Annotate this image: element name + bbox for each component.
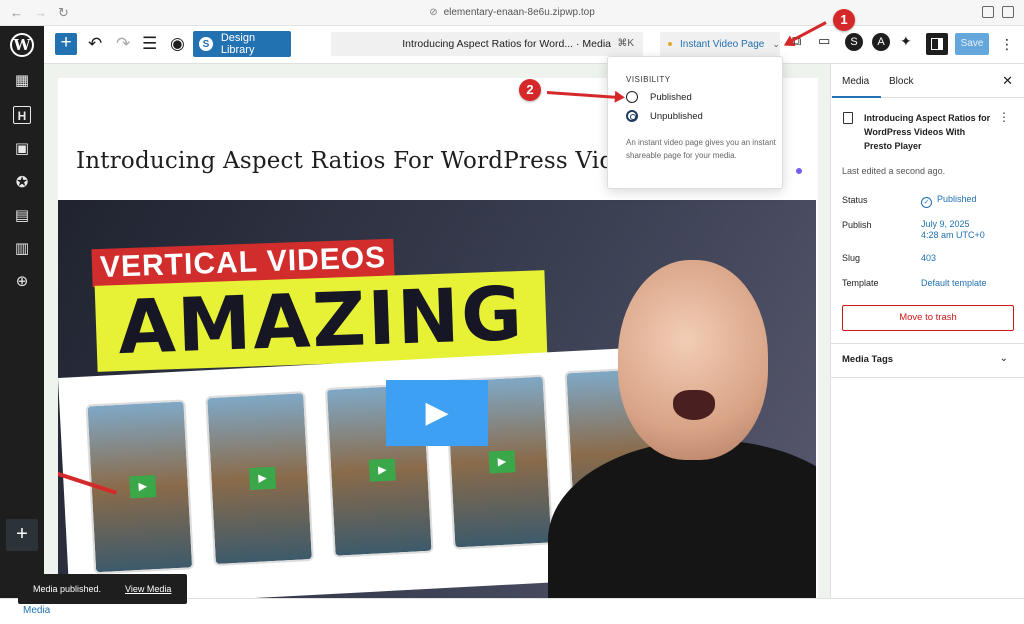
publish-label: Publish — [842, 220, 872, 230]
template-label: Template — [842, 278, 879, 288]
save-button[interactable]: Save — [955, 33, 989, 55]
instant-video-page-dropdown[interactable]: Instant Video Page ⌄ — [660, 32, 780, 56]
undo-icon[interactable]: ↶ — [88, 34, 102, 54]
presenter-image — [548, 240, 816, 598]
command-palette-button[interactable]: Introducing Aspect Ratios for Word... · … — [331, 32, 643, 56]
cursor-target-icon[interactable]: ⊕ — [13, 273, 31, 291]
presenter-mouth — [673, 390, 715, 420]
wordpress-icon: W — [10, 33, 34, 57]
play-icon: ▶ — [368, 458, 396, 482]
last-edited: Last edited a second ago. — [842, 166, 946, 176]
admin-sidebar: ▦ H ▣ ✪ ▤ ▥ ⊕ + — [0, 64, 44, 598]
block-inserter-button[interactable]: + — [55, 33, 77, 55]
play-button[interactable]: ▶ — [386, 380, 488, 446]
snackbar-notice: Media published. View Media — [18, 574, 187, 604]
slug-label: Slug — [842, 253, 861, 263]
divider — [831, 343, 1024, 344]
design-library-button[interactable]: S Design Library — [193, 31, 291, 57]
popover-heading: VISIBILITY — [626, 75, 671, 84]
astra-icon[interactable]: A — [872, 33, 890, 51]
view-media-link[interactable]: View Media — [125, 584, 171, 594]
radio-icon[interactable] — [626, 91, 638, 103]
preview-device-icon[interactable]: ▭ — [818, 33, 830, 49]
chevron-down-icon: ⌄ — [772, 38, 780, 49]
block-indicator — [796, 168, 802, 174]
document-icon — [843, 112, 853, 124]
play-icon: ▶ — [488, 450, 516, 474]
presenter-head — [618, 260, 768, 460]
panel-post-title: Introducing Aspect Ratios for WordPress … — [864, 113, 991, 151]
settings-tabs: Media Block ✕ — [831, 64, 1024, 98]
redo-icon[interactable]: ↷ — [116, 34, 130, 54]
shortcut-hint: ⌘K — [617, 38, 634, 49]
radio-selected-icon[interactable] — [626, 110, 638, 122]
template-value[interactable]: Default template — [921, 278, 987, 289]
radio-label-published: Published — [650, 91, 692, 103]
publish-time-line: 4:28 am UTC+0 — [921, 230, 985, 240]
phone-preview: ▶ — [205, 391, 314, 567]
add-item-button[interactable]: + — [6, 519, 38, 551]
snackbar-message: Media published. — [33, 584, 102, 594]
breadcrumb[interactable]: Media — [23, 605, 50, 616]
radio-unpublished[interactable]: Unpublished — [626, 110, 703, 122]
presenter-body — [548, 440, 816, 598]
settings-sidebar-toggle[interactable] — [926, 33, 948, 55]
info-box-icon[interactable]: ▥ — [13, 240, 31, 258]
slug-value[interactable]: 403 — [921, 253, 936, 264]
patterns-icon[interactable]: ▦ — [13, 72, 31, 90]
tab-block[interactable]: Block — [889, 76, 913, 87]
spectra-logo-icon[interactable]: S — [845, 33, 863, 51]
check-circle-icon: ✓ — [921, 197, 932, 208]
play-icon: ▶ — [129, 475, 157, 499]
star-icon[interactable]: ✪ — [13, 174, 31, 192]
status-value-text: Published — [937, 194, 977, 204]
address-bar[interactable]: ⊘ elementary-enaan-8e6u.zipwp.top — [0, 7, 1024, 18]
status-dot — [668, 42, 672, 46]
move-to-trash-button[interactable]: Move to trash — [842, 305, 1014, 331]
sidebar-icon — [931, 38, 943, 50]
play-icon: ▶ — [248, 466, 277, 491]
media-tags-toggle[interactable]: Media Tags — [842, 354, 893, 365]
chevron-down-icon[interactable]: ⌄ — [1000, 353, 1008, 364]
post-actions-icon[interactable]: ⋮ — [998, 110, 1010, 124]
divider — [831, 377, 1024, 378]
url-text: elementary-enaan-8e6u.zipwp.top — [443, 7, 595, 18]
post-title[interactable]: Introducing Aspect Ratios For WordPress … — [76, 148, 636, 174]
options-kebab-icon[interactable]: ⋮ — [1000, 34, 1014, 54]
spectra-icon[interactable]: ◉ — [170, 34, 185, 54]
ai-sparkle-icon[interactable]: ✦ — [900, 33, 912, 50]
sidebar-toggle-icon[interactable] — [1002, 6, 1014, 18]
site-info-icon: ⊘ — [429, 7, 438, 18]
radio-label-unpublished: Unpublished — [650, 110, 703, 122]
image-icon[interactable]: ▣ — [13, 140, 31, 158]
reader-icon[interactable] — [982, 6, 994, 18]
video-player[interactable]: VERTICAL VIDEOS AMAZING ! ▶ ▶ ▶ ▶ ▶ — [58, 200, 816, 598]
design-library-icon: S — [199, 37, 213, 51]
publish-date[interactable]: July 9, 2025 4:28 am UTC+0 — [921, 219, 985, 241]
status-value[interactable]: ✓ Published — [921, 194, 977, 208]
list-view-icon[interactable]: ☰ — [142, 34, 157, 54]
instant-video-page-label: Instant Video Page — [680, 38, 765, 50]
wordpress-logo[interactable]: W — [0, 26, 44, 64]
container-icon[interactable]: ▤ — [13, 207, 31, 225]
annotation-badge-1: 1 — [833, 9, 855, 31]
radio-published[interactable]: Published — [626, 91, 692, 103]
design-library-label: Design Library — [220, 32, 256, 56]
browser-toolbar: ← → ↻ ⊘ elementary-enaan-8e6u.zipwp.top — [0, 0, 1024, 26]
heading-icon[interactable]: H — [13, 106, 31, 124]
document-title: Introducing Aspect Ratios for Word... · … — [402, 38, 611, 50]
annotation-badge-2: 2 — [519, 79, 541, 101]
status-label: Status — [842, 195, 868, 205]
close-icon[interactable]: ✕ — [1002, 73, 1013, 89]
publish-date-line: July 9, 2025 — [921, 219, 970, 229]
tab-media[interactable]: Media — [831, 76, 882, 98]
settings-sidebar: Media Block ✕ Introducing Aspect Ratios … — [830, 64, 1024, 598]
visibility-popover: VISIBILITY Published Unpublished An inst… — [607, 56, 783, 189]
popover-help-text: An instant video page gives you an insta… — [626, 138, 776, 160]
